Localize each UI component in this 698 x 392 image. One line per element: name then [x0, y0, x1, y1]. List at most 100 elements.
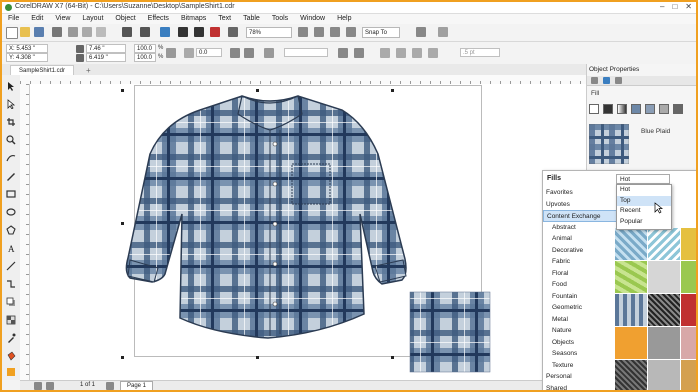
- menu-view[interactable]: View: [49, 14, 76, 24]
- fill-category-item[interactable]: Favorites: [543, 187, 617, 199]
- menu-help[interactable]: Help: [331, 14, 357, 24]
- fountain-fill-icon[interactable]: [617, 104, 627, 114]
- fill-swatch[interactable]: [615, 228, 647, 260]
- fill-swatch[interactable]: [681, 294, 696, 326]
- open-icon[interactable]: [20, 27, 30, 37]
- new-document-icon[interactable]: [6, 27, 18, 39]
- zoom-level-select[interactable]: 78%: [246, 27, 292, 38]
- menu-table[interactable]: Table: [237, 14, 266, 24]
- fill-swatch[interactable]: [681, 261, 696, 293]
- to-back-icon[interactable]: [412, 48, 422, 58]
- next-page-icon[interactable]: [106, 382, 114, 390]
- menu-bitmaps[interactable]: Bitmaps: [175, 14, 212, 24]
- interactive-fill-icon[interactable]: [6, 351, 16, 361]
- save-icon[interactable]: [34, 27, 44, 37]
- pick-tool-icon[interactable]: [6, 81, 16, 91]
- zoom-tool-icon[interactable]: [6, 135, 16, 145]
- arrowhead-start-icon[interactable]: [338, 48, 348, 58]
- no-fill-icon[interactable]: [589, 104, 599, 114]
- add-tab-icon[interactable]: +: [86, 66, 91, 75]
- minimize-icon[interactable]: –: [660, 2, 664, 11]
- fill-category-item[interactable]: Decorative: [543, 245, 617, 257]
- undo-icon[interactable]: [122, 27, 132, 37]
- fill-swatch[interactable]: [648, 360, 680, 390]
- texture-fill-icon[interactable]: [673, 104, 683, 114]
- arrowhead-end-icon[interactable]: [354, 48, 364, 58]
- launch-icon[interactable]: [438, 27, 448, 37]
- page-tab[interactable]: Page 1: [120, 381, 154, 390]
- mirror-horizontal-icon[interactable]: [230, 48, 240, 58]
- sort-option[interactable]: Popular: [617, 217, 671, 228]
- drawing-canvas[interactable]: [30, 84, 586, 380]
- vector-pattern-fill-icon[interactable]: [631, 104, 641, 114]
- options-gear-icon[interactable]: [416, 27, 426, 37]
- fill-category-item[interactable]: Objects: [543, 337, 617, 349]
- sort-by-select[interactable]: Hot: [616, 174, 670, 184]
- fill-preview-swatch[interactable]: [589, 124, 629, 164]
- eyedropper-tool-icon[interactable]: [6, 333, 16, 343]
- fill-swatch[interactable]: [615, 261, 647, 293]
- wrap-text-icon[interactable]: [380, 48, 390, 58]
- app-launcher-icon[interactable]: [228, 27, 238, 37]
- outline-tab-icon[interactable]: [591, 77, 598, 84]
- rotation-field[interactable]: 0.0: [196, 48, 222, 57]
- maximize-icon[interactable]: □: [672, 2, 677, 11]
- snap-to-select[interactable]: Snap To: [362, 27, 400, 38]
- transparency-tool-icon[interactable]: [6, 315, 16, 325]
- to-front-icon[interactable]: [396, 48, 406, 58]
- full-screen-icon[interactable]: [298, 27, 308, 37]
- fill-category-item[interactable]: Floral: [543, 268, 617, 280]
- menu-text[interactable]: Text: [212, 14, 237, 24]
- crop-tool-icon[interactable]: [6, 117, 16, 127]
- menu-file[interactable]: File: [2, 14, 25, 24]
- search-content-icon[interactable]: [160, 27, 170, 37]
- fill-category-item[interactable]: Geometric: [543, 302, 617, 314]
- cut-icon[interactable]: [68, 27, 78, 37]
- scale-height-field[interactable]: 100.0: [134, 53, 156, 62]
- close-icon[interactable]: ✕: [685, 2, 692, 11]
- fill-swatch[interactable]: [648, 327, 680, 359]
- fill-category-item[interactable]: Seasons: [543, 348, 617, 360]
- text-tool-icon[interactable]: A: [6, 243, 16, 253]
- lock-ratio-icon[interactable]: [166, 48, 176, 58]
- fill-swatch[interactable]: [648, 294, 680, 326]
- show-guidelines-icon[interactable]: [346, 27, 356, 37]
- menu-object[interactable]: Object: [109, 14, 141, 24]
- uniform-fill-icon[interactable]: [603, 104, 613, 114]
- y-position-field[interactable]: Y: 4.308 ": [6, 53, 48, 62]
- fill-category-item[interactable]: Abstract: [543, 222, 617, 234]
- menu-edit[interactable]: Edit: [25, 14, 49, 24]
- outline-width-select[interactable]: [284, 48, 328, 57]
- rectangle-tool-icon[interactable]: [6, 189, 16, 199]
- publish-pdf-icon[interactable]: [210, 27, 220, 37]
- redo-icon[interactable]: [140, 27, 150, 37]
- drop-shadow-tool-icon[interactable]: [6, 297, 16, 307]
- show-grid-icon[interactable]: [330, 27, 340, 37]
- fill-swatch[interactable]: [615, 327, 647, 359]
- export-icon[interactable]: [194, 27, 204, 37]
- polygon-tool-icon[interactable]: [6, 225, 16, 235]
- import-icon[interactable]: [178, 27, 188, 37]
- artistic-media-icon[interactable]: [6, 171, 16, 181]
- print-icon[interactable]: [52, 27, 62, 37]
- x-position-field[interactable]: X: 5.453 ": [6, 44, 48, 53]
- shirt-artwork[interactable]: [30, 84, 586, 380]
- fill-tab-icon[interactable]: [603, 77, 610, 84]
- fill-swatch[interactable]: [648, 261, 680, 293]
- fill-category-item[interactable]: Food: [543, 279, 617, 291]
- transparency-tab-icon[interactable]: [615, 77, 622, 84]
- fill-category-item[interactable]: Upvotes: [543, 199, 617, 211]
- fill-category-item[interactable]: Shared: [543, 383, 617, 391]
- height-field[interactable]: 6.419 ": [86, 53, 126, 62]
- freehand-tool-icon[interactable]: [6, 153, 16, 163]
- fill-swatch[interactable]: [681, 228, 696, 260]
- menu-layout[interactable]: Layout: [76, 14, 109, 24]
- mirror-vertical-icon[interactable]: [244, 48, 254, 58]
- smart-fill-icon[interactable]: [6, 367, 16, 377]
- fill-swatch[interactable]: [615, 294, 647, 326]
- corner-icon[interactable]: [264, 48, 274, 58]
- convert-to-curves-icon[interactable]: [428, 48, 438, 58]
- connector-tool-icon[interactable]: [6, 279, 16, 289]
- width-field[interactable]: 7.46 ": [86, 44, 126, 53]
- copy-icon[interactable]: [82, 27, 92, 37]
